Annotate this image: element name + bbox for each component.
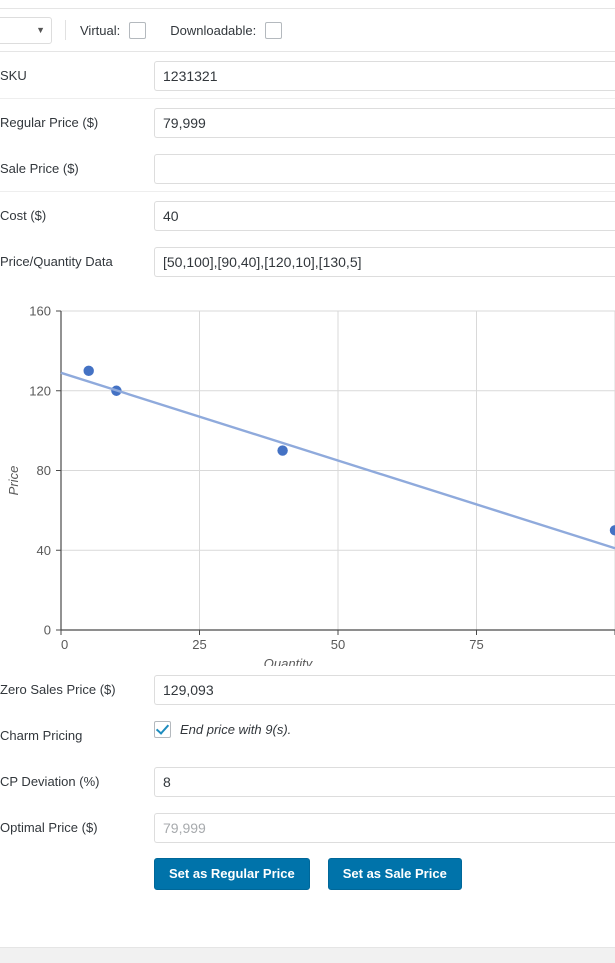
chart-data-point: [83, 365, 94, 377]
regular-price-field-wrap: [154, 99, 615, 138]
chart-y-tick-label: 0: [44, 623, 51, 638]
product-type-select[interactable]: ▼: [0, 16, 52, 44]
set-as-regular-price-button[interactable]: Set as Regular Price: [154, 858, 310, 891]
chevron-down-icon: ▼: [36, 24, 45, 35]
field-row-sku: SKU: [0, 52, 615, 98]
charm-pricing-label: Charm Pricing: [0, 728, 83, 743]
chart-y-tick-label: 120: [29, 383, 51, 398]
zero-sales-price-input[interactable]: [154, 675, 615, 705]
chart-data-point: [277, 445, 288, 456]
sale-price-input[interactable]: [154, 154, 615, 184]
action-button-row: Set as Regular Price Set as Sale Price: [0, 850, 615, 891]
sku-input[interactable]: [154, 61, 615, 91]
chart-y-tick-label: 160: [29, 304, 51, 319]
chart-y-axis-title: Price: [6, 466, 21, 496]
optimal-price-label: Optimal Price ($): [0, 820, 98, 835]
zero-sales-price-label: Zero Sales Price ($): [0, 682, 116, 697]
cost-input[interactable]: [154, 201, 615, 231]
chart-x-tick-label: 25: [192, 637, 206, 652]
field-row-cp-deviation: CP Deviation (%): [0, 758, 615, 804]
sku-label: SKU: [0, 68, 27, 83]
field-row-price-quantity-data: Price/Quantity Data: [0, 238, 615, 284]
downloadable-checkbox[interactable]: [265, 21, 283, 39]
field-row-sale-price: Sale Price ($): [0, 145, 615, 191]
price-quantity-data-input[interactable]: [154, 247, 615, 277]
field-row-optimal-price: Optimal Price ($): [0, 804, 615, 850]
price-quantity-data-label: Price/Quantity Data: [0, 254, 113, 269]
virtual-label: Virtual:: [80, 22, 121, 38]
charm-pricing-field-wrap: End price with 9(s).: [154, 712, 615, 738]
optimal-price-field-wrap: [154, 804, 615, 843]
bottom-edge-strip: [0, 947, 615, 963]
downloadable-label: Downloadable:: [170, 22, 257, 38]
regular-price-input[interactable]: [154, 108, 615, 138]
optimal-price-input[interactable]: [154, 813, 615, 843]
chart-x-tick-label: 0: [61, 637, 68, 652]
charm-pricing-checkbox[interactable]: [154, 721, 171, 738]
product-type-toolbar: ▼ Virtual: Downloadable:: [0, 9, 615, 52]
sku-field-wrap: [154, 52, 615, 91]
chart-y-tick-label: 80: [37, 463, 51, 478]
field-row-charm-pricing: Charm Pricing End price with 9(s).: [0, 712, 615, 758]
virtual-checkbox[interactable]: [129, 21, 147, 39]
chart-x-tick-label: 50: [331, 637, 345, 652]
set-as-sale-price-button[interactable]: Set as Sale Price: [327, 858, 462, 891]
cost-field-wrap: [154, 192, 615, 231]
field-row-zero-sales-price: Zero Sales Price ($): [0, 666, 615, 712]
chart-x-axis-title: Quantity: [264, 656, 314, 666]
optimization-form: Zero Sales Price ($) Charm Pricing End p…: [0, 666, 615, 891]
chart-svg: 040801201600255075100QuantityPrice: [6, 304, 615, 666]
toolbar-divider: [65, 20, 66, 40]
zero-sales-price-field-wrap: [154, 666, 615, 705]
sale-price-label: Sale Price ($): [0, 161, 79, 176]
charm-pricing-hint: End price with 9(s).: [180, 722, 292, 737]
cp-deviation-field-wrap: [154, 758, 615, 797]
chart-x-tick-label: 75: [469, 637, 483, 652]
field-row-regular-price: Regular Price ($): [0, 99, 615, 145]
cost-label: Cost ($): [0, 208, 47, 223]
chart-data-point: [609, 525, 615, 536]
regular-price-label: Regular Price ($): [0, 115, 99, 130]
price-quantity-chart: 040801201600255075100QuantityPrice: [0, 284, 615, 666]
price-quantity-data-field-wrap: [154, 238, 615, 277]
field-row-cost: Cost ($): [0, 192, 615, 238]
cp-deviation-label: CP Deviation (%): [0, 774, 100, 789]
cp-deviation-input[interactable]: [154, 767, 615, 797]
chart-y-tick-label: 40: [37, 543, 51, 558]
product-data-form: SKU Regular Price ($) Sale Price ($) Cos…: [0, 52, 615, 284]
sale-price-field-wrap: [154, 145, 615, 184]
top-edge-strip: [0, 0, 615, 9]
